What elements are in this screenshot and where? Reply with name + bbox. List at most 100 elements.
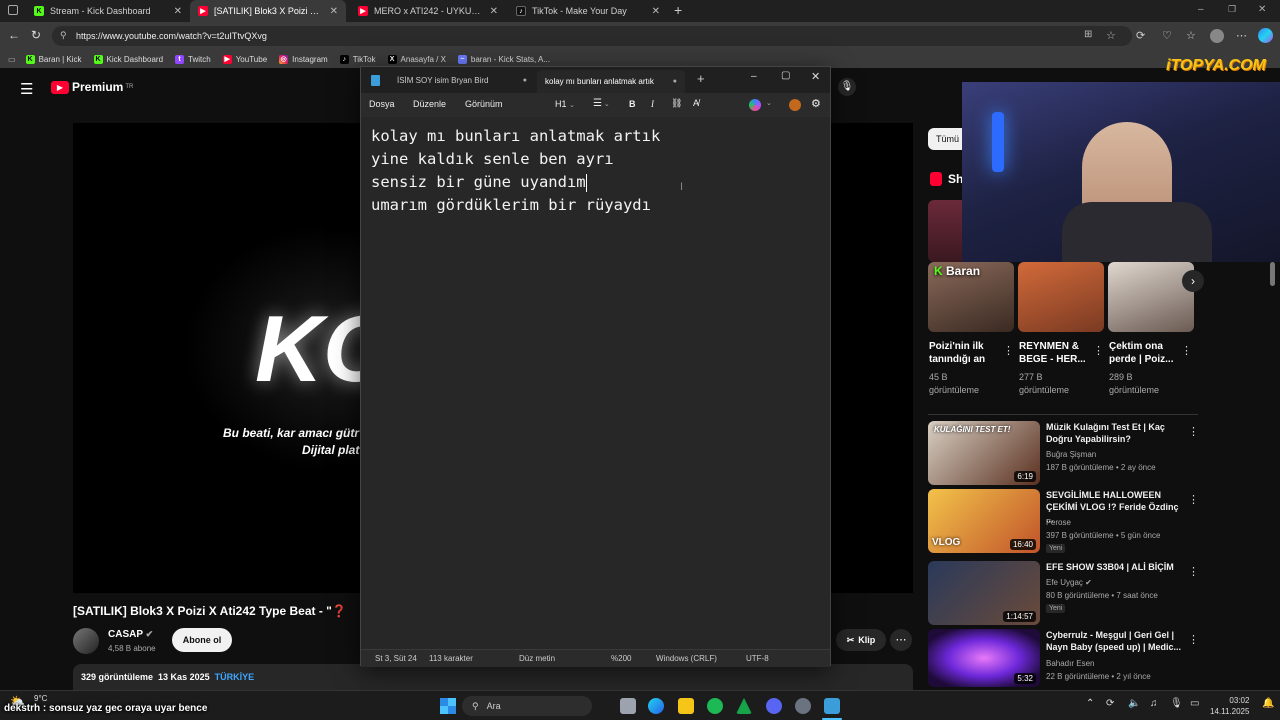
shorts-thumb-partial[interactable] [928, 200, 964, 262]
copilot-icon[interactable] [1258, 28, 1273, 43]
more-options-icon[interactable]: ⋮ [1188, 493, 1199, 506]
text-format[interactable]: Düz metin [519, 654, 555, 663]
sound-icon[interactable]: ♫ [1150, 698, 1158, 709]
browser-tab-tiktok[interactable]: ♪ TikTok - Make Your Day ✕ [508, 0, 668, 22]
more-options-icon[interactable]: ⋮ [1188, 565, 1199, 578]
weather-temp[interactable]: 9°C [34, 694, 47, 703]
site-info-icon[interactable]: ⚲ [60, 30, 67, 41]
heading-dropdown[interactable]: H1 ⌄ [555, 99, 575, 109]
bookmarks-menu-icon[interactable]: ▭ [8, 55, 16, 64]
close-tab-icon[interactable]: ✕ [490, 6, 498, 17]
close-tab-icon[interactable]: ✕ [174, 6, 182, 17]
bookmark-item[interactable]: ~ baran - Kick Stats, A... [457, 54, 550, 64]
bookmark-item[interactable]: K Kick Dashboard [93, 54, 163, 64]
app-icon[interactable] [795, 698, 811, 714]
taskbar-search[interactable]: ⚲ Ara [462, 696, 592, 716]
mic-icon[interactable]: 🎙 [1170, 698, 1183, 709]
browser-tab-mero[interactable]: ▶ MERO x ATI242 - UYKUSUZ GECE ✕ [350, 0, 506, 22]
extensions-icon[interactable]: ⟳ [1136, 29, 1145, 42]
refresh-icon[interactable]: ↻ [31, 28, 41, 42]
tray-app-icon[interactable]: ⟳ [1106, 698, 1114, 709]
tab-actions-icon[interactable] [8, 5, 18, 15]
description-box[interactable]: 329 görüntüleme 13 Kas 2025 TÜRKİYE [73, 664, 913, 690]
clip-button[interactable]: ✂ Klip [836, 629, 886, 651]
link-icon[interactable]: ⛓ [671, 98, 682, 109]
page-scrollbar[interactable] [1270, 262, 1275, 286]
zoom-level[interactable]: %200 [611, 654, 631, 663]
favorite-star-icon[interactable]: ☆ [1106, 29, 1116, 42]
menu-edit[interactable]: Düzenle [413, 99, 446, 109]
short-thumbnail[interactable] [1108, 262, 1194, 332]
channel-avatar[interactable] [73, 628, 99, 654]
close-tab-icon[interactable]: ✕ [330, 6, 338, 17]
settings-gear-icon[interactable]: ⚙ [811, 97, 821, 110]
encoding[interactable]: UTF-8 [746, 654, 769, 663]
discord-icon[interactable] [766, 698, 782, 714]
new-tab-icon[interactable]: + [674, 2, 682, 18]
new-tab-icon[interactable]: + [697, 71, 705, 86]
notification-icon[interactable]: 🔔 [1262, 698, 1274, 709]
task-view-icon[interactable] [620, 698, 636, 714]
notepad-taskbar-icon[interactable] [824, 698, 840, 714]
more-actions-icon[interactable]: ⋯ [890, 629, 912, 651]
recommended-video[interactable]: 5:32 Cyberrulz - Meşgul | Geri Gel | Nay… [928, 629, 1199, 687]
notepad-tab-active[interactable]: kolay mı bunları anlatmak artık ● [537, 70, 685, 93]
menu-dots-icon[interactable]: ⋯ [1236, 29, 1247, 42]
browser-essentials-icon[interactable]: ♡ [1162, 29, 1172, 42]
profile-avatar[interactable] [1210, 29, 1224, 43]
app-icon[interactable] [736, 698, 752, 714]
install-app-icon[interactable]: ⊞ [1084, 29, 1092, 40]
bookmark-item[interactable]: ♪ TikTok [339, 54, 376, 64]
bookmark-item[interactable]: ◎ Instagram [279, 54, 328, 64]
list-icon[interactable]: ☰ ⌄ [593, 98, 610, 109]
clear-formatting-icon[interactable]: A̸ [693, 98, 699, 108]
italic-icon[interactable]: I [651, 99, 654, 109]
maximize-icon[interactable]: ▢ [781, 70, 790, 81]
edge-icon[interactable] [648, 698, 664, 714]
recommended-video[interactable]: 1:14:57 EFE SHOW S3B04 | ALİ BİÇİM Efe U… [928, 561, 1199, 625]
copilot-icon[interactable] [749, 99, 761, 111]
close-window-icon[interactable]: ✕ [1258, 4, 1266, 15]
close-window-icon[interactable]: ✕ [811, 70, 820, 83]
channel-name[interactable]: CASAP ✔ [108, 629, 153, 640]
menu-view[interactable]: Görünüm [465, 99, 503, 109]
start-icon[interactable] [440, 698, 456, 714]
volume-icon[interactable]: 🔈 [1128, 698, 1140, 709]
bold-icon[interactable]: B [629, 99, 636, 109]
short-thumbnail[interactable] [1018, 262, 1104, 332]
spotify-icon[interactable] [707, 698, 723, 714]
more-options-icon[interactable]: ⋮ [1188, 425, 1199, 438]
subscribe-button[interactable]: Abone ol [172, 628, 232, 652]
voice-search-icon[interactable]: 🎙 [838, 78, 856, 96]
profile-avatar[interactable] [789, 99, 801, 111]
tray-chevron-icon[interactable]: ⌃ [1086, 698, 1094, 709]
minimize-icon[interactable]: – [751, 71, 757, 82]
youtube-logo[interactable]: ▶ Premium TR [51, 80, 133, 94]
collections-icon[interactable]: ☆ [1186, 29, 1196, 42]
bookmark-item[interactable]: t Twitch [175, 54, 211, 64]
minimize-icon[interactable]: – [1198, 4, 1204, 15]
short-thumbnail[interactable]: K Baran [928, 262, 1014, 332]
browser-tab-youtube[interactable]: ▶ [SATILIK] Blok3 X Poizi X Ati242 Ty ✕ [190, 0, 346, 22]
file-explorer-icon[interactable] [678, 698, 694, 714]
line-ending[interactable]: Windows (CRLF) [656, 654, 717, 663]
clock[interactable]: 03:02 14.11.2025 [1210, 695, 1249, 717]
bookmark-item[interactable]: K Baran | Kick [25, 54, 82, 64]
url-field[interactable]: ⚲ https://www.youtube.com/watch?v=t2uITt… [52, 26, 1132, 46]
network-icon[interactable]: ▭ [1190, 698, 1199, 709]
bookmark-item[interactable]: ▶ YouTube [222, 54, 267, 64]
recommended-video[interactable]: KULAĞINI TEST ET! 6:19 Müzik Kulağını Te… [928, 421, 1199, 485]
shorts-next-icon[interactable]: › [1182, 270, 1204, 292]
bookmark-item[interactable]: X Anasayfa / X [387, 54, 446, 64]
browser-tab-kick[interactable]: K Stream - Kick Dashboard ✕ [26, 0, 190, 22]
close-tab-icon[interactable]: ✕ [652, 6, 660, 17]
more-options-icon[interactable]: ⋮ [1188, 633, 1199, 646]
restore-icon[interactable]: ❐ [1228, 4, 1236, 15]
notepad-tab[interactable]: İSİM SOY isim Bryan Bird ● [389, 67, 535, 93]
menu-file[interactable]: Dosya [369, 99, 395, 109]
more-options-icon[interactable]: ⋮ [1181, 344, 1192, 357]
more-options-icon[interactable]: ⋮ [1003, 344, 1014, 357]
hamburger-menu-icon[interactable]: ☰ [20, 80, 33, 98]
recommended-video[interactable]: VLOG 16:40 SEVGİLİMLE HALLOWEEN ÇEKİMİ V… [928, 489, 1199, 553]
text-editor[interactable]: kolay mı bunları anlatmak artık yine kald… [361, 117, 830, 649]
